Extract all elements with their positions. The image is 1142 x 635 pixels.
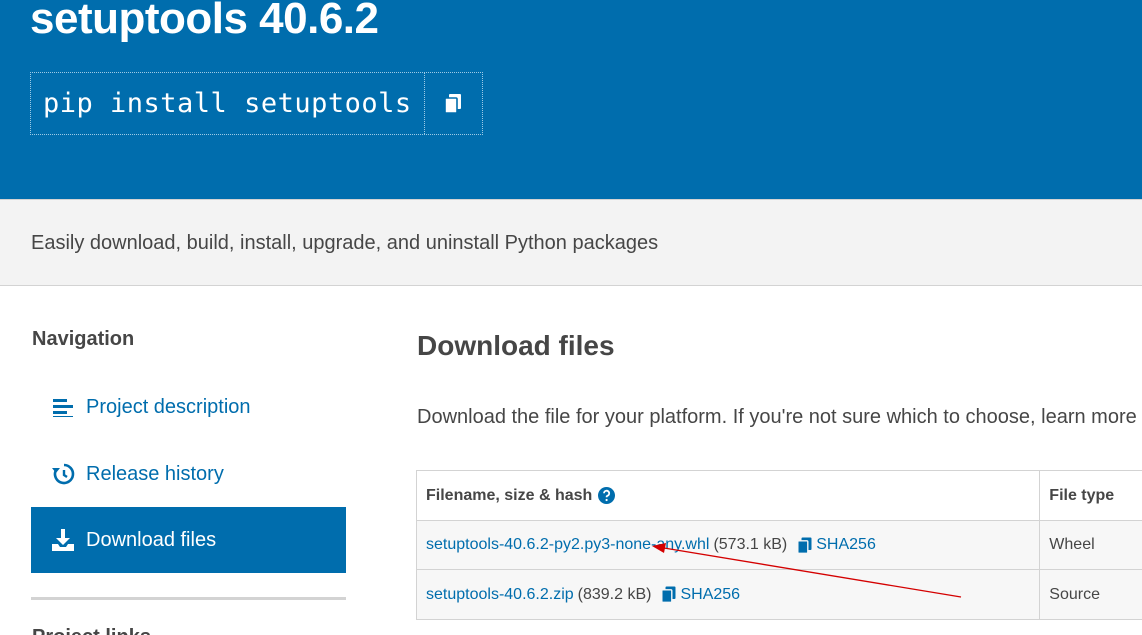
- files-table: Filename, size & hash File type setuptoo…: [416, 470, 1142, 620]
- list-icon: [51, 395, 75, 419]
- package-summary-bar: Easily download, build, install, upgrade…: [0, 199, 1142, 286]
- column-header-filename: Filename, size & hash: [417, 471, 1041, 520]
- nav-item-release-history[interactable]: Release history: [31, 441, 346, 507]
- help-icon[interactable]: [598, 487, 616, 504]
- table-row: setuptools-40.6.2-py2.py3-none-any.whl (…: [417, 521, 1142, 570]
- nav-item-label: Release history: [86, 462, 224, 485]
- download-files-heading: Download files: [417, 330, 615, 361]
- table-header-row: Filename, size & hash File type: [417, 471, 1142, 521]
- download-icon: [51, 528, 75, 552]
- copy-icon: [797, 537, 812, 554]
- history-icon: [51, 462, 75, 486]
- project-links-title: Project links: [32, 626, 151, 635]
- copy-icon: [661, 586, 676, 603]
- file-size: (573.1 kB): [713, 536, 788, 553]
- download-intro-text: Download the file for your platform. If …: [417, 406, 1137, 428]
- nav-item-download-files[interactable]: Download files: [31, 507, 346, 573]
- pip-install-command[interactable]: pip install setuptools: [31, 73, 424, 134]
- nav-divider: [31, 597, 346, 600]
- pip-install-box: pip install setuptools: [30, 72, 483, 135]
- file-type: Wheel: [1049, 536, 1095, 553]
- package-header-banner: setuptools 40.6.2 pip install setuptools: [0, 0, 1142, 199]
- column-header-file-type: File type: [1049, 486, 1115, 504]
- package-summary: Easily download, build, install, upgrade…: [31, 232, 659, 254]
- file-type: Source: [1049, 585, 1100, 603]
- navigation-title: Navigation: [32, 328, 135, 350]
- file-size: (839.2 kB): [577, 585, 652, 603]
- copy-icon: [444, 93, 462, 114]
- sha256-copy-link[interactable]: SHA256: [661, 586, 740, 604]
- sha256-copy-link[interactable]: SHA256: [797, 536, 876, 554]
- nav-item-label: Download files: [86, 528, 217, 551]
- table-row: setuptools-40.6.2.zip (839.2 kB) SHA256 …: [417, 570, 1142, 619]
- nav-item-label: Project description: [86, 395, 251, 418]
- file-link-source[interactable]: setuptools-40.6.2.zip: [426, 586, 574, 604]
- package-title: setuptools 40.6.2: [30, 0, 379, 43]
- file-link-wheel[interactable]: setuptools-40.6.2-py2.py3-none-any.whl: [426, 536, 709, 554]
- nav-item-project-description[interactable]: Project description: [31, 374, 346, 440]
- copy-command-button[interactable]: [423, 73, 482, 134]
